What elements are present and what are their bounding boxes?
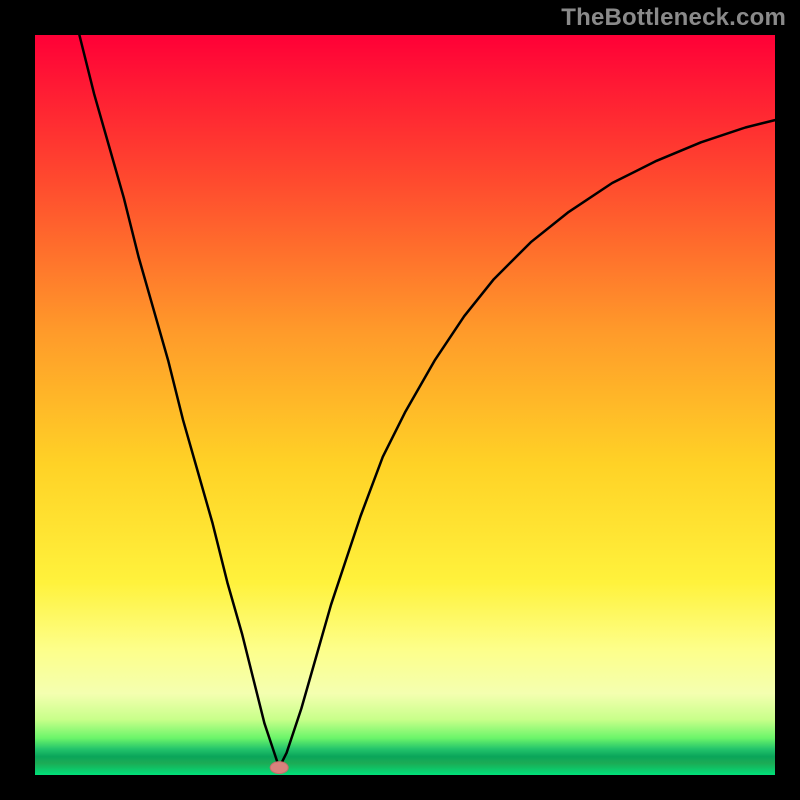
chart-frame: { "watermark": "TheBottleneck.com", "col… (0, 0, 800, 800)
minimum-marker (270, 762, 288, 774)
watermark-text: TheBottleneck.com (561, 4, 786, 32)
plot-area (35, 35, 775, 775)
bottleneck-chart (0, 0, 800, 800)
